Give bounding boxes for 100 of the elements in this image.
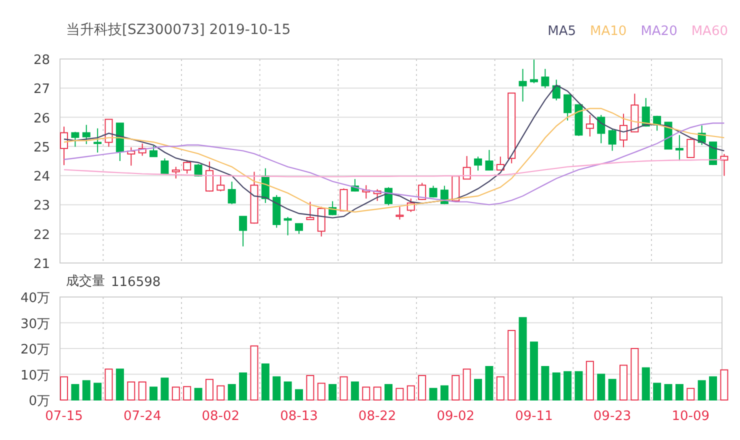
candlestick (284, 216, 292, 236)
axis-label: 30万 (20, 316, 50, 332)
candlestick (485, 149, 494, 171)
volume-bar (462, 368, 471, 400)
volume-bar (630, 348, 639, 400)
candlestick (586, 114, 594, 138)
axis-label: 0万 (28, 394, 50, 409)
volume-bar (295, 389, 303, 400)
volume-bar (261, 363, 270, 400)
volume-bar (71, 384, 80, 400)
axis-label: 08-13 (280, 409, 318, 424)
candlestick (261, 168, 270, 204)
axis-label: 08-02 (202, 409, 240, 424)
legend-label: MA20 (640, 24, 678, 39)
volume-bar (284, 381, 292, 400)
volume-bar (608, 378, 616, 400)
candlestick (452, 176, 460, 202)
axis-label: 21 (33, 257, 50, 270)
axis-label: 27 (33, 82, 50, 98)
volume-bar (340, 376, 348, 400)
volume-bar (350, 381, 359, 400)
volume-bar (496, 376, 504, 400)
volume-bar (620, 364, 628, 400)
candlestick (541, 68, 550, 89)
candlestick (228, 181, 236, 205)
volume-bar (328, 384, 337, 400)
candlestick (194, 163, 202, 177)
candlestick (317, 206, 326, 237)
volume-bar (686, 388, 695, 400)
volume-bar (574, 371, 583, 400)
volume-bar (452, 375, 460, 400)
candlestick (406, 198, 415, 212)
volume-bar (239, 372, 248, 400)
candlestick (564, 94, 572, 121)
axis-label: 09-02 (436, 409, 475, 424)
axis-label: 22 (33, 228, 50, 243)
volume-bar (485, 366, 494, 400)
volume-bar (418, 375, 426, 400)
candlestick (496, 156, 504, 171)
candlestick (127, 146, 136, 166)
candlestick (328, 200, 337, 216)
volume-bar (172, 386, 180, 400)
volume-bar (440, 385, 448, 400)
volume-bar (82, 380, 90, 400)
volume-bar (205, 378, 214, 400)
candlestick (272, 194, 281, 228)
axis-label: 25 (33, 140, 50, 156)
candlestick (675, 134, 684, 162)
candlestick (160, 158, 169, 174)
candlestick (474, 156, 482, 172)
candlestick (384, 186, 392, 206)
volume-bar (317, 382, 326, 400)
volume-bar (272, 376, 281, 400)
candlestick (396, 206, 404, 220)
candlestick (552, 79, 560, 101)
candlestick (574, 104, 583, 136)
candlestick (150, 145, 158, 158)
volume-bar (698, 380, 706, 400)
volume-bar (530, 342, 538, 400)
axis-label: 40万 (20, 291, 50, 306)
axis-label: 26 (33, 111, 50, 126)
volume-bar (138, 381, 146, 400)
candlestick (642, 98, 650, 128)
candlestick (94, 128, 102, 154)
candlestick (653, 115, 662, 132)
volume-bar (597, 374, 606, 400)
volume-bar (228, 384, 236, 400)
candlestick (205, 161, 214, 192)
axis-label: 09-11 (515, 409, 553, 424)
volume-bar (216, 385, 225, 400)
candlestick (295, 222, 303, 234)
axis-label: 24 (33, 170, 50, 185)
volume-value: 116598 (111, 275, 161, 290)
volume-bar (653, 382, 662, 400)
volume-bar (642, 367, 650, 400)
volume-bar (127, 381, 136, 400)
candlestick (216, 175, 225, 192)
candlestick (429, 185, 438, 198)
candlestick (60, 126, 68, 166)
volume-bar (306, 375, 314, 400)
volume-bar (474, 378, 482, 400)
volume-bar (396, 388, 404, 400)
volume-bar (150, 386, 158, 400)
axis-label: 23 (33, 198, 50, 214)
legend-label: MA10 (590, 24, 627, 39)
candlestick (239, 216, 248, 247)
volume-label: 成交量 (66, 273, 105, 290)
candlestick (686, 138, 695, 158)
volume-bar (94, 382, 102, 400)
candlestick (362, 184, 370, 200)
candlestick (340, 188, 348, 212)
legend-label: MA60 (691, 24, 728, 39)
candlestick (597, 114, 606, 144)
axis-label: 07-15 (45, 409, 83, 424)
volume-bar (508, 330, 516, 400)
candlestick (630, 93, 639, 133)
volume-bar (720, 369, 728, 400)
axis-label: 10-09 (672, 409, 710, 424)
volume-bar (116, 368, 124, 400)
candlestick (608, 129, 616, 152)
